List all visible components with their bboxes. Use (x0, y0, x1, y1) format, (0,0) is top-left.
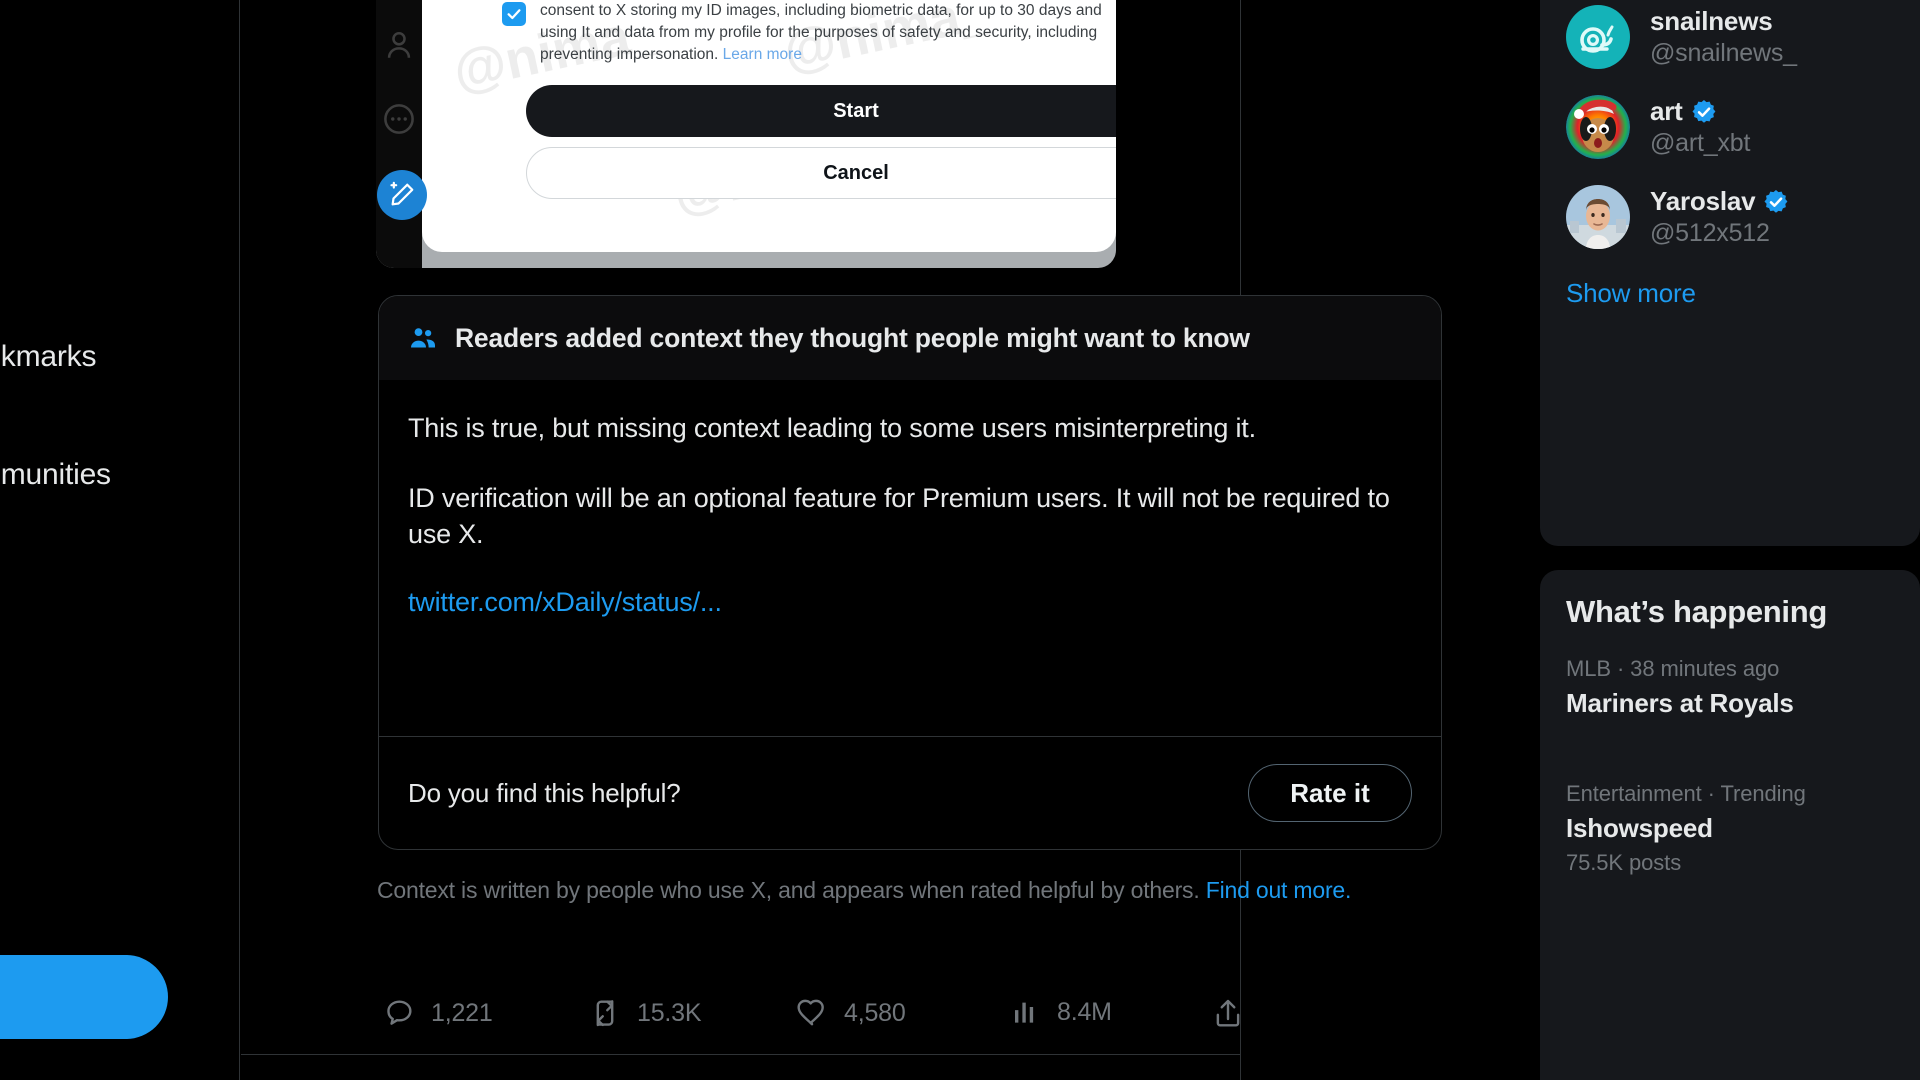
trend-name: Mariners at Royals (1566, 688, 1794, 718)
account-display-name-wrap: art (1650, 96, 1750, 127)
account-names: snailnews @snailnews_ (1650, 6, 1797, 68)
trend-meta: MLB · 38 minutes ago (1566, 656, 1780, 681)
account-display-name: art (1650, 96, 1683, 126)
left-sidebar: Bookmarks Communities (0, 0, 240, 1080)
whats-happening-title: What’s happening (1566, 594, 1827, 629)
community-note-footer: Do you find this helpful? Rate it (379, 736, 1441, 849)
helpful-question-label: Do you find this helpful? (408, 777, 681, 808)
community-note-title: Readers added context they thought peopl… (455, 322, 1250, 353)
trend-name: Ishowspeed (1566, 813, 1713, 843)
consent-text-block: consent to X storing my ID images, inclu… (540, 0, 1116, 66)
x-post-detail-page: Bookmarks Communities @nima_ @nima_ @nim… (0, 0, 1920, 1080)
account-names: art @art_xbt (1650, 96, 1750, 158)
rainbow-dog-avatar-icon (1566, 95, 1630, 159)
sidebar-item-bookmarks[interactable]: Bookmarks (0, 340, 96, 374)
post-button[interactable] (0, 955, 168, 1039)
trend-item[interactable]: Entertainment · Trending Ishowspeed 75.5… (1540, 743, 1920, 894)
view-count: 8.4M (1057, 997, 1112, 1026)
who-to-follow-panel: You might like snailnews @snailnew (1540, 0, 1920, 546)
share-icon (1216, 999, 1240, 1027)
post-action-bar: 1,221 15.3K 4,580 8.4M (241, 985, 1241, 1055)
consent-checkbox[interactable] (502, 2, 526, 26)
account-display-name: Yaroslav (1650, 186, 1756, 216)
community-people-icon (411, 328, 435, 348)
repost-action[interactable]: 15.3K (589, 997, 702, 1029)
like-action[interactable]: 4,580 (796, 997, 906, 1029)
account-names: Yaroslav @512x512 (1650, 186, 1789, 248)
learn-more-link[interactable]: Learn more (723, 46, 802, 63)
trend-item[interactable]: MLB · 38 minutes ago Mariners at Royals (1540, 638, 1920, 743)
cancel-button[interactable]: Cancel (526, 147, 1116, 199)
right-sidebar: You might like snailnews @snailnew (1540, 0, 1920, 1080)
views-action[interactable]: 8.4M (1011, 997, 1112, 1027)
snail-avatar-icon (1580, 25, 1614, 53)
suggested-account-row[interactable]: snailnews @snailnews_ (1540, 0, 1920, 82)
avatar[interactable] (1566, 5, 1630, 69)
trend-meta: Entertainment · Trending (1566, 781, 1806, 806)
avatar[interactable] (1566, 95, 1630, 159)
phone-left-navigation-strip (376, 0, 427, 268)
show-more-accounts-link[interactable]: Show more (1540, 262, 1920, 331)
heart-icon (797, 999, 824, 1026)
suggested-account-row[interactable]: Yaroslav @512x512 (1540, 172, 1920, 262)
analytics-bars-icon (1015, 1002, 1034, 1023)
like-count: 4,580 (844, 998, 906, 1027)
reply-icon (387, 1000, 412, 1025)
community-note-source-link[interactable]: twitter.com/xDaily/status/... (408, 587, 722, 617)
community-note-box: Readers added context they thought peopl… (378, 295, 1442, 850)
reply-action[interactable]: 1,221 (383, 997, 493, 1029)
post-media-screenshot[interactable]: @nima_ @nima_ @nima_ consent to X storin… (376, 0, 1116, 268)
account-display-name-wrap: Yaroslav (1650, 186, 1789, 217)
disclaimer-text: Context is written by people who use X, … (377, 877, 1206, 903)
avatar[interactable] (1566, 185, 1630, 249)
consent-row: consent to X storing my ID images, inclu… (502, 0, 1116, 66)
repost-icon (596, 1000, 614, 1027)
consent-text: consent to X storing my ID images, inclu… (540, 2, 1102, 63)
suggested-account-row[interactable]: art @art_xbt (1540, 82, 1920, 172)
community-note-header: Readers added context they thought peopl… (379, 296, 1441, 380)
whats-happening-panel: What’s happening MLB · 38 minutes ago Ma… (1540, 570, 1920, 1080)
rate-it-button[interactable]: Rate it (1248, 764, 1412, 822)
verified-badge-icon (1764, 189, 1788, 213)
start-button[interactable]: Start (526, 85, 1116, 137)
compose-post-icon[interactable] (377, 170, 427, 220)
account-display-name: snailnews (1650, 6, 1773, 36)
profile-icon[interactable] (382, 28, 416, 62)
trend-post-count: 75.5K posts (1566, 850, 1682, 875)
phone-screenshot-body: @nima_ @nima_ @nima_ consent to X storin… (422, 0, 1116, 252)
community-note-paragraph: This is true, but missing context leadin… (408, 413, 1256, 443)
check-icon (507, 9, 521, 20)
find-out-more-link[interactable]: Find out more. (1206, 877, 1352, 903)
account-display-name-wrap: snailnews (1650, 6, 1797, 37)
verified-badge-icon (1692, 99, 1716, 123)
main-timeline-column: @nima_ @nima_ @nima_ consent to X storin… (241, 0, 1442, 1080)
more-options-icon[interactable] (382, 102, 416, 136)
account-handle: @512x512 (1650, 219, 1770, 247)
person-photo-avatar-icon (1566, 185, 1630, 249)
repost-count: 15.3K (637, 998, 702, 1027)
account-handle: @art_xbt (1650, 129, 1751, 157)
community-note-disclaimer: Context is written by people who use X, … (377, 875, 1417, 906)
account-handle: @snailnews_ (1650, 39, 1797, 67)
sidebar-item-communities[interactable]: Communities (0, 458, 111, 492)
reply-count: 1,221 (431, 998, 493, 1027)
community-note-body: This is true, but missing context leadin… (379, 380, 1441, 636)
share-action[interactable] (1212, 997, 1260, 1029)
community-note-paragraph: ID verification will be an optional feat… (408, 483, 1390, 550)
